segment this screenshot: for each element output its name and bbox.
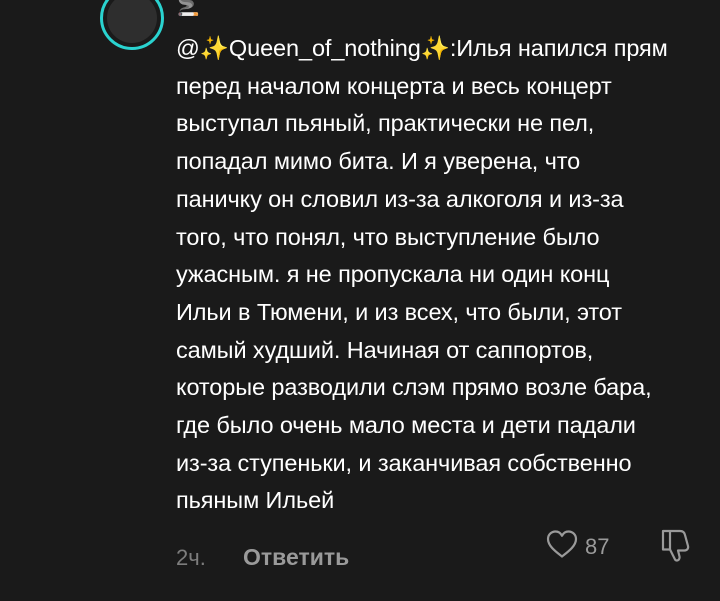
comment-line: выступал пьяный, практически не пел, — [176, 110, 595, 137]
like-count: 87 — [585, 533, 610, 559]
comment-line: @✨Queen_of_nothing✨:Илья напился прям — [176, 35, 668, 61]
comment-line: попадал мимо бита. И я уверена, что — [176, 148, 581, 175]
comment-line: перед началом концерта и весь концерт — [176, 72, 612, 99]
comment-line: где было очень мало места и дети падали — [176, 412, 636, 439]
comment-line: пьяным Ильей — [176, 487, 335, 514]
comment-line: Ильи в Тюмени, и из всех, что были, этот — [176, 298, 622, 325]
comment-line: паничку он словил из-за алкоголя и из-за — [176, 185, 624, 212]
comment-line: ужасным. я не пропускала ни один конц — [176, 261, 610, 288]
reply-button[interactable]: Ответить — [243, 544, 349, 571]
comment-text: @✨Queen_of_nothing✨:Илья напился прям пе… — [176, 30, 696, 520]
like-button[interactable]: 87 — [545, 529, 609, 564]
username[interactable]: 🚬 — [177, 0, 199, 16]
timestamp: 2ч. — [176, 545, 206, 570]
comment-line: того, что понял, что выступление было — [176, 223, 600, 250]
comment-screen: 🚬 @✨Queen_of_nothing✨:Илья напился прям … — [0, 0, 720, 601]
thumbs-down-outline-icon — [659, 529, 693, 567]
dislike-button[interactable] — [659, 527, 693, 568]
avatar-image — [107, 0, 157, 43]
comment-line: самый худший. Начиная от саппортов, — [176, 336, 594, 363]
heart-outline-icon — [545, 529, 579, 564]
comment-line: которые разводили слэм прямо возле бара, — [176, 374, 652, 401]
avatar[interactable] — [100, 0, 164, 50]
comment-line: из-за ступеньки, и заканчивая собственно — [176, 449, 632, 476]
